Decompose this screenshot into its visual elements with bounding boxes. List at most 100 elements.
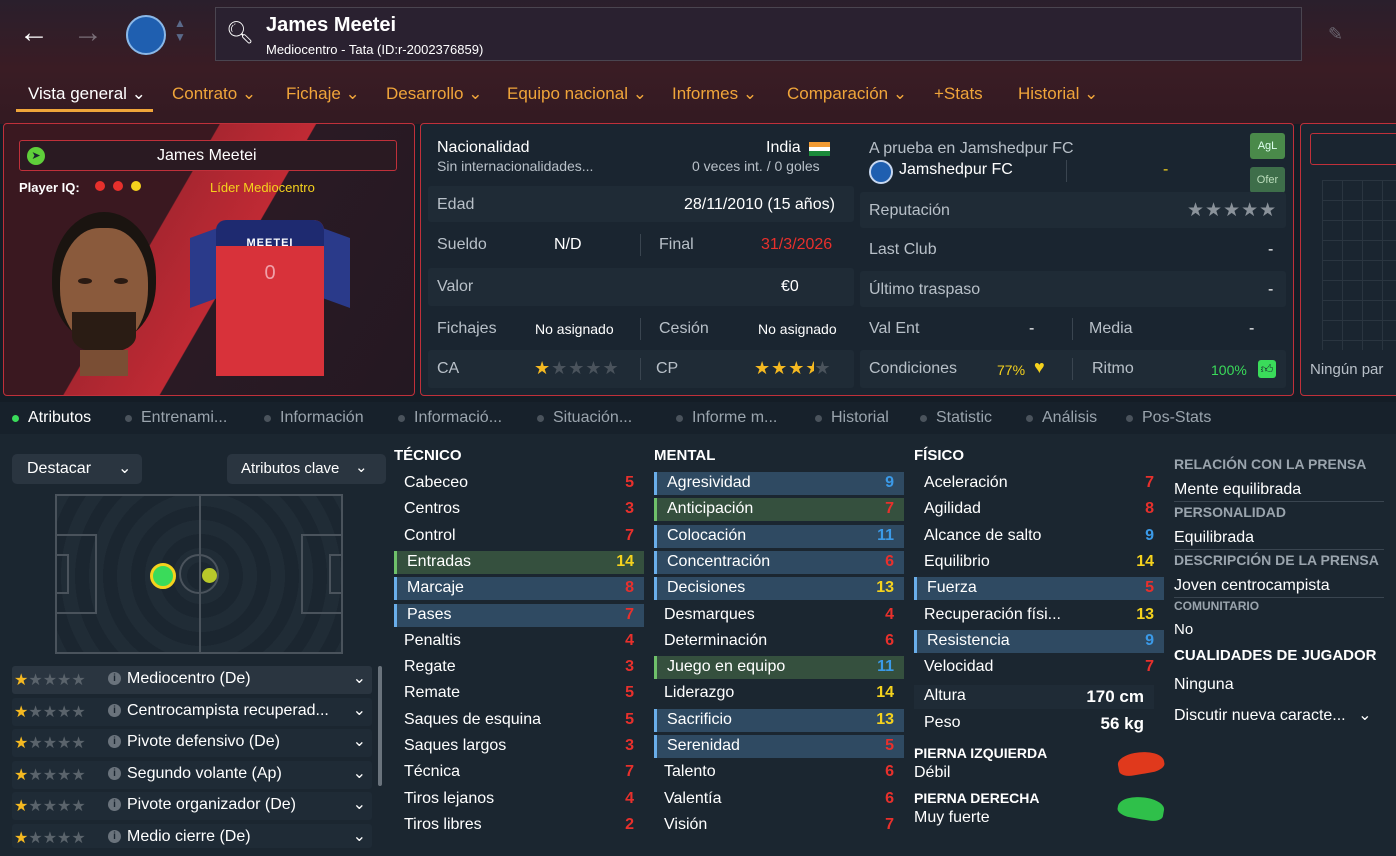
tab-informes[interactable]: Informes ⌄ xyxy=(672,84,757,104)
attribute-row[interactable]: Liderazgo 14 xyxy=(654,682,904,705)
attribute-value: 7 xyxy=(885,500,894,518)
attribute-row[interactable]: Marcaje 8 xyxy=(394,577,644,601)
prensa-label: RELACIÓN CON LA PRENSA xyxy=(1174,456,1367,472)
attribute-row[interactable]: Cabeceo 5 xyxy=(394,472,644,495)
atributos-clave-dropdown[interactable]: Atributos clave ⌄ xyxy=(227,454,386,484)
subtab-pos-stats[interactable]: Pos-Stats xyxy=(1142,409,1211,427)
tab-vista-general[interactable]: Vista general ⌄ xyxy=(28,84,146,104)
attribute-row[interactable]: Decisiones 13 xyxy=(654,577,904,601)
final-value: 31/3/2026 xyxy=(761,236,833,253)
role-row[interactable]: ★★★★★ i Centrocampista recuperad... ⌄ xyxy=(12,698,372,726)
forward-arrow-icon[interactable]: → xyxy=(72,18,104,50)
attribute-value: 7 xyxy=(625,763,634,781)
attribute-row[interactable]: Visión 7 xyxy=(654,814,904,837)
attribute-value: 11 xyxy=(877,658,894,676)
attribute-row[interactable]: Tiros libres 2 xyxy=(394,814,644,837)
subtab-informacion-2[interactable]: Informació... xyxy=(414,409,502,427)
tab-contrato[interactable]: Contrato ⌄ xyxy=(172,84,256,104)
attribute-row[interactable]: Talento 6 xyxy=(654,761,904,784)
tab-equipo-nacional[interactable]: Equipo nacional ⌄ xyxy=(507,84,647,104)
attribute-row[interactable]: Aceleración 7 xyxy=(914,472,1164,495)
role-row[interactable]: ★★★★★ i Pivote defensivo (De) ⌄ xyxy=(12,729,372,757)
attribute-row[interactable]: Agresividad 9 xyxy=(654,472,904,495)
attribute-row[interactable]: Técnica 7 xyxy=(394,761,644,784)
subtab-analisis[interactable]: Análisis xyxy=(1042,409,1097,427)
subtab-informe[interactable]: Informe m... xyxy=(692,409,777,427)
attribute-row[interactable]: Valentía 6 xyxy=(654,788,904,811)
tab-stats[interactable]: +Stats xyxy=(934,84,983,104)
back-arrow-icon[interactable]: ← xyxy=(18,18,50,50)
edit-pencil-icon[interactable]: ✎ xyxy=(1328,24,1343,45)
attribute-row[interactable]: Entradas 14 xyxy=(394,550,644,574)
nacionalidad-value[interactable]: India xyxy=(766,139,801,157)
attribute-value: 7 xyxy=(1145,658,1154,676)
agl-button[interactable]: AgL xyxy=(1250,133,1285,159)
roles-scrollbar[interactable] xyxy=(378,666,382,786)
attribute-value: 8 xyxy=(625,579,634,597)
pierna-der-value: Muy fuerte xyxy=(914,809,990,826)
info-icon: i xyxy=(108,798,121,811)
attribute-row[interactable]: Equilibrio 14 xyxy=(914,551,1164,574)
attribute-row[interactable]: Agilidad 8 xyxy=(914,498,1164,521)
tab-fichaje[interactable]: Fichaje ⌄ xyxy=(286,84,360,104)
subtab-entrenamiento[interactable]: Entrenami... xyxy=(141,409,227,427)
discutir-dropdown[interactable]: Discutir nueva caracte... ⌄ xyxy=(1174,705,1371,725)
destacar-dropdown[interactable]: Destacar ⌄ xyxy=(12,454,142,484)
role-row[interactable]: ★★★★★ i Pivote organizador (De) ⌄ xyxy=(12,792,372,820)
attribute-row[interactable]: Juego en equipo 11 xyxy=(654,656,904,680)
attribute-name: Velocidad xyxy=(924,658,994,676)
attribute-row[interactable]: Control 7 xyxy=(394,525,644,548)
active-tab-underline xyxy=(16,109,153,112)
ultimo-label: Último traspaso xyxy=(869,281,981,298)
attribute-row[interactable]: Serenidad 5 xyxy=(654,735,904,758)
role-row[interactable]: ★★★★★ i Medio cierre (De) ⌄ xyxy=(12,824,372,848)
attribute-row[interactable]: Remate 5 xyxy=(394,682,644,705)
position-marker-primary[interactable] xyxy=(150,563,176,589)
position-marker-secondary[interactable] xyxy=(202,568,217,583)
club-crest-icon[interactable] xyxy=(126,15,166,55)
attribute-row[interactable]: Desmarques 4 xyxy=(654,604,904,627)
attribute-row[interactable]: Penaltis 4 xyxy=(394,630,644,653)
player-face xyxy=(52,212,156,376)
attribute-name: Equilibrio xyxy=(924,552,990,570)
club-link[interactable]: Jamshedpur FC xyxy=(899,161,1013,179)
attribute-row[interactable]: Sacrificio 13 xyxy=(654,708,904,732)
tab-desarrollo[interactable]: Desarrollo ⌄ xyxy=(386,84,482,104)
attribute-row[interactable]: Pases 7 xyxy=(394,603,644,627)
divider xyxy=(1072,318,1073,340)
attribute-row[interactable]: Colocación 11 xyxy=(654,524,904,548)
ofer-button[interactable]: Ofer xyxy=(1250,167,1285,193)
attribute-row[interactable]: Saques largos 3 xyxy=(394,735,644,758)
attribute-row[interactable]: Centros 3 xyxy=(394,498,644,521)
attribute-row[interactable]: Recuperación físi... 13 xyxy=(914,604,1164,627)
subtab-situacion[interactable]: Situación... xyxy=(553,409,632,427)
attribute-name: Talento xyxy=(664,763,716,781)
divider xyxy=(1174,501,1384,502)
tab-historial[interactable]: Historial ⌄ xyxy=(1018,84,1098,104)
search-icon[interactable]: 🔍︎ xyxy=(226,20,254,46)
subtab-historial[interactable]: Historial xyxy=(831,409,889,427)
role-row[interactable]: ★★★★★ i Segundo volante (Ap) ⌄ xyxy=(12,761,372,789)
subtab-atributos[interactable]: Atributos xyxy=(28,409,91,427)
attribute-row[interactable]: Fuerza 5 xyxy=(914,577,1164,601)
attribute-row[interactable]: Velocidad 7 xyxy=(914,656,1164,679)
attribute-row[interactable]: Anticipación 7 xyxy=(654,498,904,522)
attribute-name: Desmarques xyxy=(664,605,755,623)
attribute-row[interactable]: Regate 3 xyxy=(394,656,644,679)
attribute-row[interactable]: Determinación 6 xyxy=(654,630,904,653)
attribute-row[interactable]: Tiros lejanos 4 xyxy=(394,788,644,811)
side-panel-grid xyxy=(1322,180,1396,350)
attribute-row[interactable]: Alcance de salto 9 xyxy=(914,525,1164,548)
india-flag-icon xyxy=(809,142,830,156)
role-row[interactable]: ★★★★★ i Mediocentro (De) ⌄ xyxy=(12,666,372,694)
attribute-row[interactable]: Concentración 6 xyxy=(654,550,904,574)
player-iq-label: Player IQ: xyxy=(19,180,80,195)
attribute-row[interactable]: Saques de esquina 5 xyxy=(394,709,644,732)
subtab-statistic[interactable]: Statistic xyxy=(936,409,992,427)
club-switch-icon[interactable]: ▲ ▼ xyxy=(174,16,186,44)
tab-comparacion[interactable]: Comparación ⌄ xyxy=(787,84,907,104)
attribute-row[interactable]: Resistencia 9 xyxy=(914,629,1164,653)
divider xyxy=(1072,358,1073,380)
subtab-informacion[interactable]: Información xyxy=(280,409,364,427)
side-panel-box[interactable] xyxy=(1310,133,1396,165)
